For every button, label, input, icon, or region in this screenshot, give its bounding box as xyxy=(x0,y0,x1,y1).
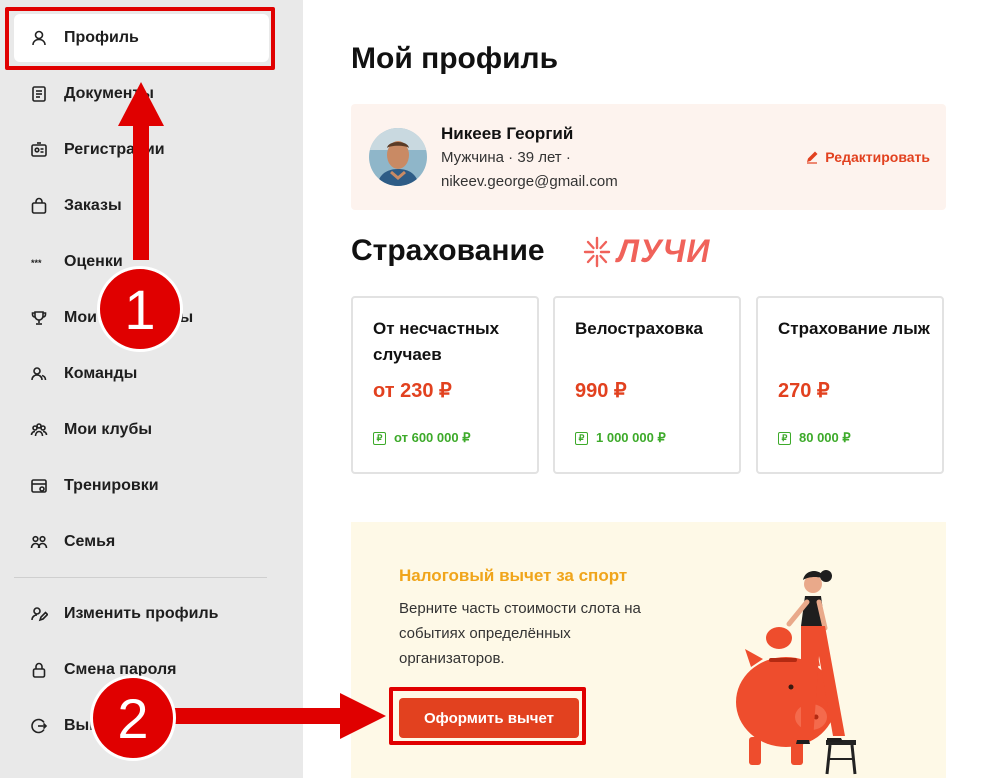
ruble-icon: ₽ xyxy=(373,431,386,445)
sidebar-item-edit-profile[interactable]: Изменить профиль xyxy=(14,590,269,638)
lock-icon xyxy=(30,661,48,679)
sidebar-item-registrations[interactable]: Регистрации xyxy=(14,126,269,174)
partner-logo: ЛУЧИ xyxy=(583,233,710,270)
insurance-coverage: ₽ 1 000 000 ₽ xyxy=(575,430,666,446)
insurance-price: 990 ₽ xyxy=(575,380,627,402)
sidebar-item-label: Документы xyxy=(64,85,154,102)
tax-title: Налоговый вычет за спорт xyxy=(399,566,628,585)
stars-icon: *** xyxy=(30,253,48,271)
avatar[interactable] xyxy=(369,128,427,186)
trophy-icon xyxy=(30,309,48,327)
sidebar-item-label: Регистрации xyxy=(64,141,165,158)
insurance-card[interactable]: Страхование лыж 270 ₽ ₽ 80 000 ₽ xyxy=(756,296,944,474)
sidebar-item-profile[interactable]: Профиль xyxy=(14,14,269,62)
ruble-icon: ₽ xyxy=(575,431,588,445)
logout-icon xyxy=(30,717,48,735)
badge-icon xyxy=(30,141,48,159)
sunburst-icon xyxy=(583,236,611,267)
profile-name: Никеев Георгий xyxy=(441,124,574,143)
clubs-icon xyxy=(30,421,48,439)
page-title: Мой профиль xyxy=(351,42,559,75)
tax-deduction-banner: Налоговый вычет за спорт Верните часть с… xyxy=(351,522,946,778)
edit-profile-link[interactable]: Редактировать xyxy=(805,149,930,165)
sidebar-item-label: Заказы xyxy=(64,197,122,214)
tax-description: Верните часть стоимости слота на события… xyxy=(399,600,641,667)
calendar-icon xyxy=(30,477,48,495)
insurance-card[interactable]: От несчастных случаев от 230 ₽ ₽ от 600 … xyxy=(351,296,539,474)
sidebar-item-label: Семья xyxy=(64,533,116,550)
sidebar-item-teams[interactable]: Команды xyxy=(14,350,269,398)
insurance-name: От несчастных случаев xyxy=(373,319,500,364)
coverage-value: от 600 000 ₽ xyxy=(394,430,471,445)
svg-text:***: *** xyxy=(31,258,42,268)
team-icon xyxy=(30,365,48,383)
insurance-name: Страхование лыж xyxy=(778,319,930,338)
insurance-price: 270 ₽ xyxy=(778,380,830,402)
profile-card: Никеев Георгий Мужчина · 39 лет · nikeev… xyxy=(351,104,946,210)
insurance-name: Велостраховка xyxy=(575,319,703,338)
pencil-icon xyxy=(807,151,818,164)
sidebar: Профиль Документы Регистрации Заказы ***… xyxy=(0,0,283,778)
sidebar-item-label: Тренировки xyxy=(64,477,159,494)
insurance-price: от 230 ₽ xyxy=(373,380,452,402)
apply-deduction-button[interactable]: Оформить вычет xyxy=(399,698,579,738)
sidebar-item-documents[interactable]: Документы xyxy=(14,70,269,118)
family-icon xyxy=(30,533,48,551)
partner-name: ЛУЧИ xyxy=(617,233,711,269)
profile-email: nikeev.george@gmail.com xyxy=(441,173,618,190)
sidebar-divider xyxy=(14,577,267,578)
sidebar-item-label: Команды xyxy=(64,365,138,382)
sidebar-item-label: Профиль xyxy=(64,29,139,46)
main-panel: Мой профиль Никеев Георгий Мужчина · 39 … xyxy=(303,0,987,778)
sidebar-item-label: Изменить профиль xyxy=(64,605,219,622)
piggy-bank-illustration xyxy=(736,570,857,775)
bag-icon xyxy=(30,197,48,215)
user-icon xyxy=(30,29,48,47)
edit-profile-label: Редактировать xyxy=(825,149,930,165)
profile-meta: Мужчина · 39 лет · xyxy=(441,149,571,166)
insurance-coverage: ₽ 80 000 ₽ xyxy=(778,430,851,446)
insurance-coverage: ₽ от 600 000 ₽ xyxy=(373,430,470,446)
sidebar-item-clubs[interactable]: Мои клубы xyxy=(14,406,269,454)
document-icon xyxy=(30,85,48,103)
step-1-marker: 1 xyxy=(97,266,183,352)
sidebar-item-orders[interactable]: Заказы xyxy=(14,182,269,230)
sidebar-item-trainings[interactable]: Тренировки xyxy=(14,462,269,510)
insurance-card[interactable]: Велостраховка 990 ₽ ₽ 1 000 000 ₽ xyxy=(553,296,741,474)
coverage-value: 1 000 000 ₽ xyxy=(596,430,666,445)
insurance-title: Страхование xyxy=(351,234,545,267)
sidebar-item-label: Мои клубы xyxy=(64,421,152,438)
edit-profile-icon xyxy=(30,605,48,623)
sidebar-item-label: Оценки xyxy=(64,253,123,270)
coverage-value: 80 000 ₽ xyxy=(799,430,851,445)
step-2-marker: 2 xyxy=(90,675,176,761)
ruble-icon: ₽ xyxy=(778,431,791,445)
sidebar-item-family[interactable]: Семья xyxy=(14,518,269,566)
